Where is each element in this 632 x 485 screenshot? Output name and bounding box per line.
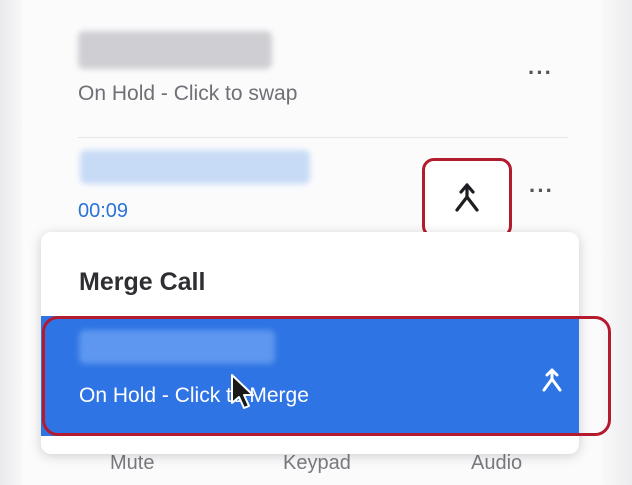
- mute-label[interactable]: Mute: [110, 452, 154, 475]
- mouse-cursor-icon: [231, 374, 254, 409]
- merge-item-highlight: [42, 316, 611, 436]
- divider: [78, 137, 568, 138]
- audio-label[interactable]: Audio: [471, 452, 522, 475]
- popup-title: Merge Call: [79, 268, 206, 296]
- call-timer: 00:09: [78, 200, 129, 222]
- held-call-status: On Hold - Click to swap: [78, 82, 298, 105]
- keypad-label[interactable]: Keypad: [283, 452, 351, 475]
- caller-name-blurred: [80, 150, 310, 184]
- call-panel: On Hold - Click to swap ··· 00:09 ··· Mu…: [0, 0, 632, 485]
- more-options-button[interactable]: ···: [528, 62, 553, 84]
- merge-call-button[interactable]: [422, 158, 512, 238]
- merge-icon: [455, 183, 479, 212]
- more-options-button[interactable]: ···: [529, 180, 554, 202]
- caller-name-blurred: [78, 31, 272, 69]
